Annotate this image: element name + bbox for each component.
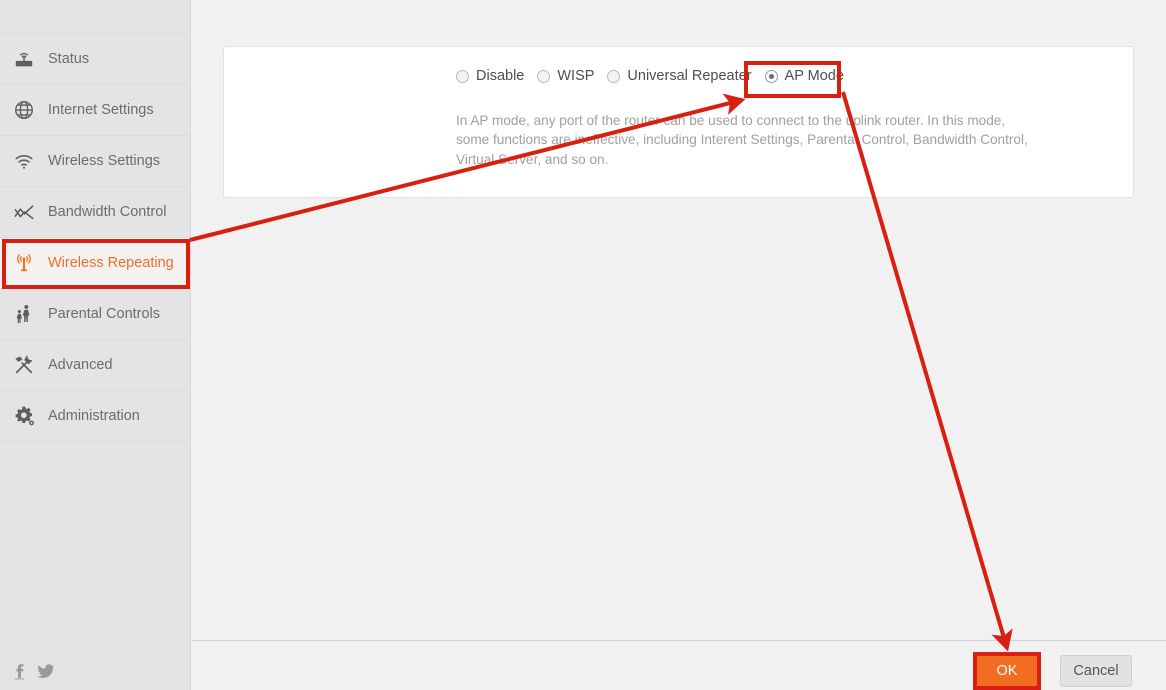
wifi-icon bbox=[8, 145, 40, 177]
radio-option-ap-mode[interactable]: AP Mode bbox=[764, 68, 844, 84]
sidebar-nav: Status Internet Settings Wireless Settin… bbox=[0, 0, 191, 690]
sidebar-item-label: Wireless Repeating bbox=[48, 255, 174, 271]
footer-divider bbox=[192, 640, 1166, 641]
sidebar-item-parental-controls[interactable]: Parental Controls bbox=[0, 289, 190, 340]
radio-label: AP Mode bbox=[784, 68, 844, 84]
sidebar-item-status[interactable]: Status bbox=[0, 34, 190, 85]
sidebar-item-label: Status bbox=[48, 51, 90, 67]
sidebar-item-bandwidth-control[interactable]: Bandwidth Control bbox=[0, 187, 190, 238]
radio-option-disable[interactable]: Disable bbox=[456, 68, 524, 84]
radio-label: Disable bbox=[476, 68, 525, 84]
sidebar-item-label: Advanced bbox=[48, 357, 113, 373]
twitter-icon[interactable] bbox=[37, 663, 55, 680]
facebook-icon[interactable] bbox=[12, 663, 27, 680]
cancel-button[interactable]: Cancel bbox=[1060, 655, 1132, 687]
sidebar-item-wireless-repeating[interactable]: Wireless Repeating bbox=[0, 238, 190, 289]
main-content: Disable WISP Universal Repeater AP Mode … bbox=[192, 0, 1166, 690]
sidebar-top-spacer bbox=[0, 0, 190, 34]
sidebar-item-label: Wireless Settings bbox=[48, 153, 161, 169]
social-links bbox=[12, 663, 55, 680]
gear-icon bbox=[8, 400, 40, 432]
radio-label: WISP bbox=[557, 68, 595, 84]
tools-icon bbox=[8, 349, 40, 381]
globe-icon bbox=[8, 94, 40, 126]
router-icon bbox=[8, 43, 40, 75]
radio-circle-selected-icon bbox=[764, 69, 778, 83]
sidebar-item-label: Internet Settings bbox=[48, 102, 154, 118]
sidebar-item-label: Parental Controls bbox=[48, 306, 161, 322]
sidebar-item-internet-settings[interactable]: Internet Settings bbox=[0, 85, 190, 136]
family-icon bbox=[8, 298, 40, 330]
antenna-icon bbox=[8, 247, 40, 279]
radio-circle-icon bbox=[456, 69, 469, 83]
radio-circle-icon bbox=[537, 69, 551, 83]
wireless-repeating-card: Disable WISP Universal Repeater AP Mode … bbox=[223, 46, 1134, 198]
radio-option-universal-repeater[interactable]: Universal Repeater bbox=[607, 68, 752, 84]
sidebar-item-label: Bandwidth Control bbox=[48, 204, 167, 220]
radio-label: Universal Repeater bbox=[627, 68, 752, 84]
sidebar-item-label: Administration bbox=[48, 408, 140, 424]
radio-circle-icon bbox=[607, 69, 621, 83]
sidebar-item-advanced[interactable]: Advanced bbox=[0, 340, 190, 391]
router-admin-page: Status Internet Settings Wireless Settin… bbox=[0, 0, 1166, 690]
mode-description: In AP mode, any port of the router can b… bbox=[456, 113, 1028, 167]
ok-button[interactable]: OK bbox=[976, 655, 1038, 687]
sidebar-item-administration[interactable]: Administration bbox=[0, 391, 190, 442]
mode-radio-group[interactable]: Disable WISP Universal Repeater AP Mode bbox=[456, 68, 844, 84]
sidebar-item-wireless-settings[interactable]: Wireless Settings bbox=[0, 136, 190, 187]
chart-icon bbox=[8, 196, 40, 228]
radio-option-wisp[interactable]: WISP bbox=[537, 68, 594, 84]
